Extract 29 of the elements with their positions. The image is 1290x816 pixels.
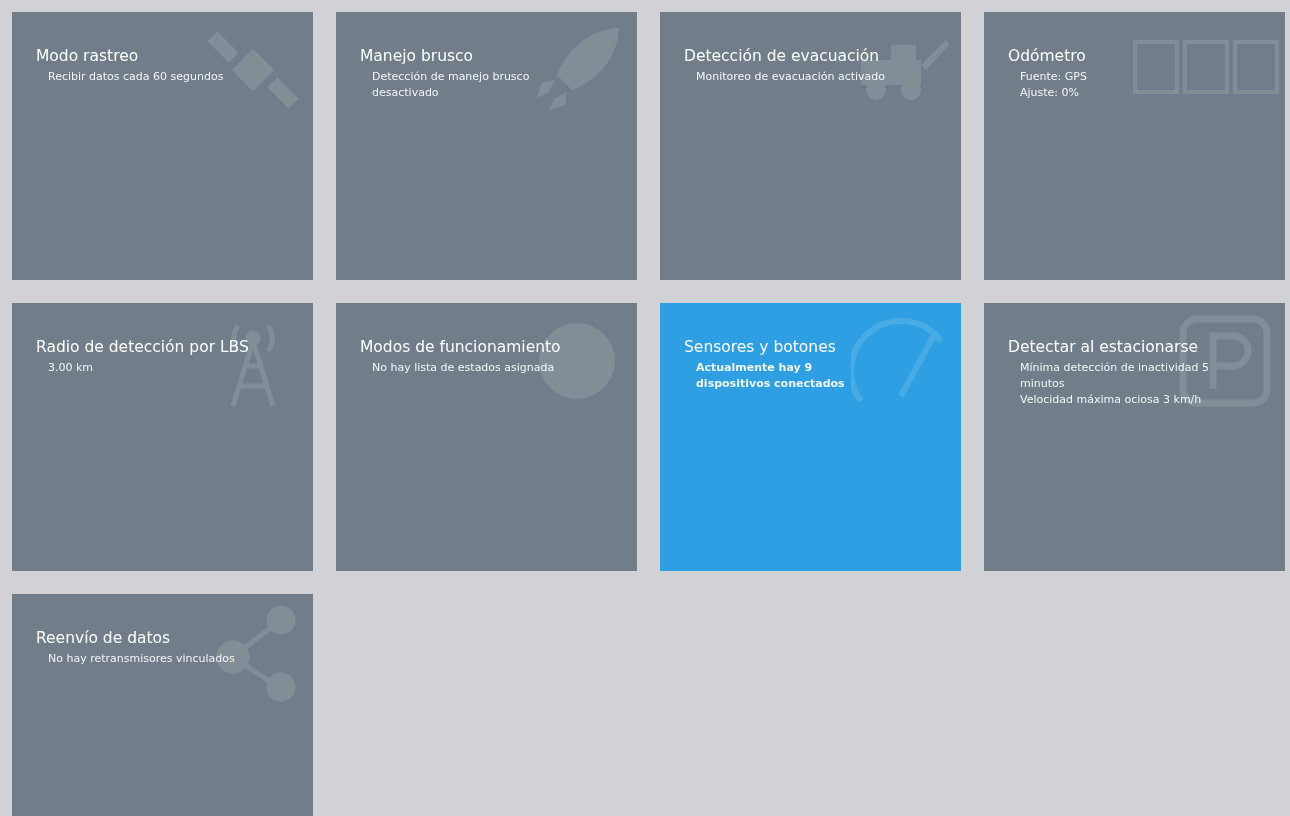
tile-title: Detección de evacuación [684,46,880,67]
tile-description: 3.00 km [48,360,94,376]
tile-title: Manejo brusco [360,46,474,67]
tile-title: Reenvío de datos [36,628,171,649]
settings-tile[interactable]: Odómetro Fuente: GPS Ajuste: 0% [984,12,1285,280]
tile-description: Monitoreo de evacuación activado [696,69,885,85]
tile-title: Modo rastreo [36,46,139,67]
tile-title: Sensores y botones [684,337,836,358]
tile-description: Velocidad máxima ociosa 3 km/h [1020,392,1202,408]
settings-tile[interactable]: Detectar al estacionarse Mínima detección de inactividad 5 minutos Velocidad máxima ociosa 3 km/h [984,303,1285,571]
tile-description: No hay retransmisores vinculados [48,651,235,667]
settings-tile[interactable]: Modo rastreo Recibir datos cada 60 segundos [12,12,313,280]
tile-description: Mínima detección de inactividad 5 minutos [1020,360,1210,392]
tile-description: Actualmente hay 9 dispositivos conectados [696,360,846,392]
settings-tile[interactable]: Sensores y botones Actualmente hay 9 dispositivos conectados [660,303,961,571]
tile-title: Modos de funcionamiento [360,337,561,358]
settings-tile[interactable]: Reenvío de datos No hay retransmisores vinculados [12,594,313,816]
tile-title: Detectar al estacionarse [1008,337,1199,358]
settings-tile[interactable]: Manejo brusco Detección de manejo brusco desactivado [336,12,637,280]
tile-title: Radio de detección por LBS [36,337,249,358]
tile-description: Fuente: GPS [1020,69,1087,85]
tile-title: Odómetro [1008,46,1086,67]
tile-description: Detección de manejo brusco desactivado [372,69,531,101]
settings-tile[interactable]: Modos de funcionamiento No hay lista de estados asignada [336,303,637,571]
settings-tile[interactable]: Detección de evacuación Monitoreo de evacuación activado [660,12,961,280]
tile-description: Ajuste: 0% [1020,85,1080,101]
settings-tile[interactable]: Radio de detección por LBS 3.00 km [12,303,313,571]
tile-description: Recibir datos cada 60 segundos [48,69,224,85]
tile-description: No hay lista de estados asignada [372,360,555,376]
